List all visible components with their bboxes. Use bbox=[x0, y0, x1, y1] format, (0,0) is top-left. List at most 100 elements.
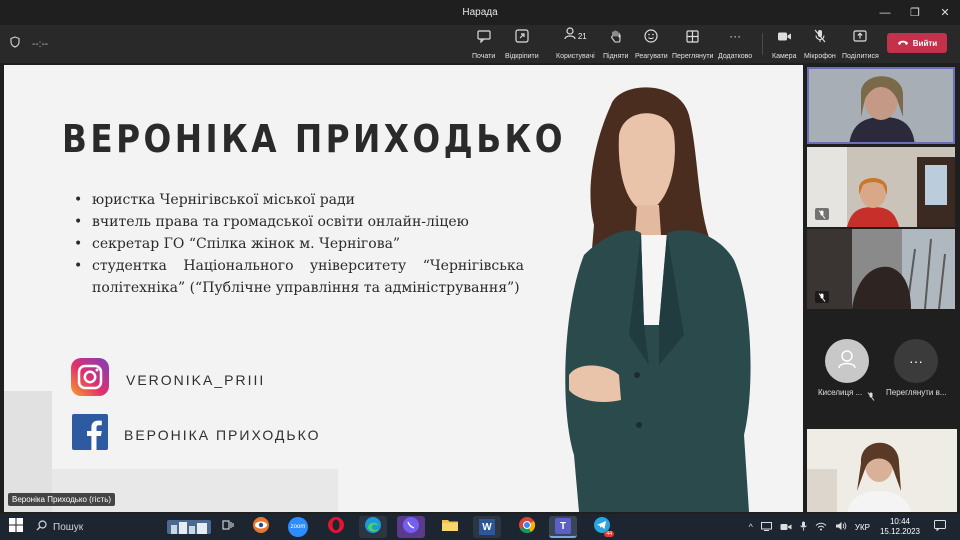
chat-button[interactable]: Почати bbox=[472, 28, 495, 60]
more-button[interactable]: ··· Додатково bbox=[718, 28, 752, 60]
taskbar-app-teams[interactable]: T bbox=[549, 516, 577, 538]
leave-label: Вийти bbox=[912, 38, 938, 48]
bullet-item: юристка Чернігівської міської ради bbox=[74, 189, 524, 211]
title-bar: Нарада — ❐ ✕ bbox=[0, 0, 960, 25]
chrome-icon bbox=[518, 516, 536, 539]
participant-tile[interactable] bbox=[807, 147, 955, 227]
bullet-item: студентка Національного університету “Че… bbox=[74, 255, 524, 299]
hand-icon bbox=[610, 28, 622, 44]
participant-avatar[interactable] bbox=[825, 339, 869, 383]
instagram-icon bbox=[70, 357, 110, 402]
clock-date: 15.12.2023 bbox=[879, 527, 920, 536]
display-icon[interactable] bbox=[760, 518, 772, 536]
search-icon bbox=[36, 520, 47, 534]
eye-app-icon bbox=[252, 516, 270, 539]
taskbar-app-explorer[interactable] bbox=[436, 516, 464, 538]
windows-taskbar: Пошук zoom W T 44 ^ УКР 10:44 15.12.2023 bbox=[0, 514, 960, 540]
mic-off-icon bbox=[815, 291, 829, 303]
mic-off-icon bbox=[814, 28, 826, 44]
person-icon bbox=[836, 348, 858, 375]
meeting-timer: --:-- bbox=[32, 38, 49, 50]
task-view-button[interactable] bbox=[214, 516, 242, 538]
participant-name: Киселиця ... bbox=[818, 388, 863, 397]
taskbar-app[interactable] bbox=[247, 516, 275, 538]
participant-tile[interactable] bbox=[807, 229, 955, 309]
bullet-item: секретар ГО “Спілка жінок м. Чернігова” bbox=[74, 233, 524, 255]
opera-icon bbox=[327, 516, 345, 539]
share-button[interactable]: Поділитися bbox=[842, 28, 879, 60]
mic-button[interactable]: Мікрофон bbox=[804, 28, 836, 60]
folder-icon bbox=[441, 517, 459, 537]
viber-icon bbox=[402, 516, 420, 539]
more-icon: ··· bbox=[909, 353, 923, 369]
react-button[interactable]: Реагувати bbox=[635, 28, 668, 60]
speaker-photo bbox=[565, 87, 751, 512]
notification-icon[interactable] bbox=[934, 518, 946, 536]
participant-video bbox=[807, 429, 957, 512]
clock[interactable]: 10:44 15.12.2023 bbox=[880, 517, 920, 537]
bullet-item: вчитель права та громадської освіти онла… bbox=[74, 211, 524, 233]
search-placeholder: Пошук bbox=[53, 521, 84, 533]
camera-button[interactable]: Камера bbox=[772, 28, 796, 60]
clock-time: 10:44 bbox=[889, 517, 910, 526]
taskbar-app-chrome[interactable] bbox=[513, 516, 541, 538]
participant-tile-active[interactable] bbox=[807, 67, 955, 144]
mic-off-icon bbox=[867, 388, 875, 406]
taskbar-app-viber[interactable] bbox=[397, 516, 425, 538]
toolbar-divider bbox=[762, 33, 763, 55]
shield-icon bbox=[10, 35, 20, 53]
slide-bullets: юристка Чернігівської міської ради вчите… bbox=[74, 189, 524, 299]
window-title: Нарада bbox=[462, 7, 498, 18]
taskbar-app-zoom[interactable]: zoom bbox=[284, 516, 312, 538]
presenter-name-tag: Вероніка Приходько (гість) bbox=[8, 493, 116, 506]
taskbar-app-word[interactable]: W bbox=[473, 516, 501, 538]
more-icon: ··· bbox=[729, 29, 742, 43]
view-button[interactable]: Переглянути bbox=[672, 28, 713, 60]
edge-icon bbox=[364, 516, 382, 539]
camera-icon bbox=[777, 28, 792, 44]
language-indicator[interactable]: УКР bbox=[855, 523, 870, 532]
facebook-row: ВЕРОНІКА ПРИХОДЬКО bbox=[72, 414, 320, 455]
participant-tile[interactable] bbox=[807, 429, 957, 512]
people-icon bbox=[564, 27, 576, 45]
taskbar-app-edge[interactable] bbox=[359, 516, 387, 538]
camera-tray-icon[interactable] bbox=[780, 518, 792, 536]
taskbar-app-telegram[interactable]: 44 bbox=[588, 516, 616, 538]
news-widget[interactable] bbox=[165, 516, 213, 538]
facebook-name: ВЕРОНІКА ПРИХОДЬКО bbox=[124, 426, 321, 443]
maximize-button[interactable]: ❐ bbox=[900, 0, 930, 25]
unpin-button[interactable]: Відкріпити bbox=[505, 28, 539, 60]
teams-icon: T bbox=[555, 518, 571, 534]
grid-icon bbox=[686, 28, 699, 44]
chat-icon bbox=[477, 28, 491, 44]
zoom-icon: zoom bbox=[288, 517, 308, 537]
chevron-up-icon[interactable]: ^ bbox=[749, 522, 753, 532]
word-icon: W bbox=[479, 519, 495, 535]
participants-count: 21 bbox=[577, 31, 587, 41]
window-controls: — ❐ ✕ bbox=[870, 0, 960, 25]
taskbar-app-opera[interactable] bbox=[322, 516, 350, 538]
telegram-badge: 44 bbox=[604, 531, 614, 537]
meeting-info: --:-- bbox=[10, 25, 48, 63]
mic-tray-icon[interactable] bbox=[800, 518, 807, 536]
close-button[interactable]: ✕ bbox=[930, 0, 960, 25]
view-all-participants-button[interactable]: ··· bbox=[894, 339, 938, 383]
people-button[interactable]: 21 Користувачі bbox=[556, 27, 595, 60]
volume-icon[interactable] bbox=[835, 518, 847, 536]
system-tray: ^ УКР 10:44 15.12.2023 bbox=[749, 514, 960, 540]
smile-icon bbox=[644, 28, 658, 44]
slide-title: ВЕРОНІКА ПРИХОДЬКО bbox=[62, 117, 566, 161]
minimize-button[interactable]: — bbox=[870, 0, 900, 25]
participant-video bbox=[809, 69, 953, 142]
wifi-icon[interactable] bbox=[815, 518, 827, 536]
windows-icon bbox=[9, 517, 23, 537]
raise-hand-button[interactable]: Підняти bbox=[603, 28, 628, 60]
shared-screen: ВЕРОНІКА ПРИХОДЬКО юристка Чернігівської… bbox=[4, 65, 803, 512]
instagram-handle: VERONIKA_PRIII bbox=[126, 371, 266, 388]
leave-button[interactable]: Вийти bbox=[887, 33, 947, 53]
start-button[interactable] bbox=[2, 516, 30, 538]
view-all-label: Переглянути в... bbox=[886, 388, 947, 397]
instagram-row: VERONIKA_PRIII bbox=[70, 357, 265, 402]
taskbar-search[interactable]: Пошук bbox=[30, 517, 164, 537]
participant-video bbox=[807, 229, 955, 309]
